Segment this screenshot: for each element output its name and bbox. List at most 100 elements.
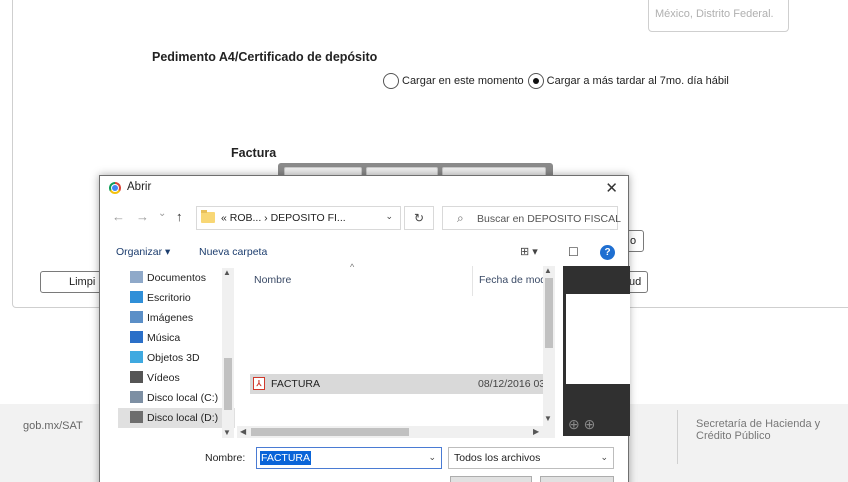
organize-menu[interactable]: Organizar ▾ xyxy=(116,246,170,258)
open-button[interactable] xyxy=(450,476,532,482)
footer-divider xyxy=(677,410,678,464)
dialog-search-input[interactable]: ⌕ Buscar en DEPOSITO FISCAL xyxy=(442,206,621,230)
file-type-value: Todos los archivos xyxy=(454,452,541,464)
file-date: 08/12/2016 03: xyxy=(478,378,549,390)
filename-value[interactable]: FACTURA xyxy=(260,451,312,465)
scroll-up-icon[interactable]: ▲ xyxy=(223,268,231,277)
nav-pane-scrollbar[interactable]: ▲ ▼ xyxy=(222,268,234,438)
footer-link-sat[interactable]: gob.mx/SAT xyxy=(23,420,83,432)
chevron-down-icon[interactable]: ⌄ xyxy=(428,452,436,463)
objects3d-icon xyxy=(130,351,143,363)
nav-scroll-thumb[interactable] xyxy=(224,358,232,410)
column-separator[interactable] xyxy=(472,266,473,296)
preview-controls: ⊕ ⊕ xyxy=(568,416,595,433)
address-field[interactable]: México, Distrito Federal. xyxy=(648,0,789,32)
nav-pane-item-label: Escritorio xyxy=(147,292,191,304)
file-name[interactable]: FACTURA xyxy=(271,378,320,390)
file-row[interactable]: ⅄ FACTURA 08/12/2016 03: xyxy=(250,374,550,394)
forward-icon[interactable]: → xyxy=(136,209,149,224)
pedimento-title: Pedimento A4/Certificado de depósito xyxy=(152,50,378,64)
nav-pane-item-label: Imágenes xyxy=(147,312,194,324)
dialog-toolbar: Organizar ▾ Nueva carpeta ⊞ ▾ ☐ ? xyxy=(100,240,628,264)
filename-label: Nombre: xyxy=(205,452,246,464)
music-icon xyxy=(130,331,143,343)
nav-pane-item-label: Vídeos xyxy=(147,372,180,384)
folder-icon xyxy=(201,210,215,223)
rotate-down-icon[interactable]: ⊕ xyxy=(584,416,596,432)
cancel-button[interactable] xyxy=(540,476,614,482)
drive-c-icon xyxy=(130,391,143,403)
drive-d-icon xyxy=(130,411,143,423)
nav-pane-item[interactable]: Documentos xyxy=(118,268,235,288)
nav-pane-item-label: Disco local (D:) xyxy=(147,412,219,424)
back-icon[interactable]: ← xyxy=(112,209,125,224)
desktop-icon xyxy=(130,291,143,303)
chrome-icon xyxy=(109,182,121,194)
upload-timing-radios: Cargar en este momento Cargar a más tard… xyxy=(383,73,733,89)
rotate-up-icon[interactable]: ⊕ xyxy=(568,416,580,432)
help-icon[interactable]: ? xyxy=(600,245,615,260)
footer-agency-line2: Crédito Público xyxy=(696,430,771,442)
scroll-up-icon[interactable]: ▲ xyxy=(544,266,552,275)
up-folder-icon[interactable]: ↑ xyxy=(176,209,183,224)
preview-pane-icon[interactable]: ☐ xyxy=(568,245,579,259)
column-name[interactable]: Nombre xyxy=(254,274,291,286)
view-options-icon[interactable]: ⊞ ▾ xyxy=(520,245,538,258)
nav-pane-item-label: Música xyxy=(147,332,181,344)
nav-pane-item-label: Disco local (C:) xyxy=(147,392,219,404)
address-path[interactable]: « ROB... › DEPOSITO FI... xyxy=(221,212,346,224)
pdf-file-icon: ⅄ xyxy=(253,377,265,390)
sort-indicator-icon: ^ xyxy=(350,262,355,272)
file-list-hscrollbar[interactable]: ◀ ▶ xyxy=(237,426,555,438)
nav-pane-item-label: Objetos 3D xyxy=(147,352,200,364)
column-date[interactable]: Fecha de mod xyxy=(479,274,546,286)
file-scroll-thumb[interactable] xyxy=(545,278,553,348)
file-hscroll-thumb[interactable] xyxy=(251,428,409,436)
radio-now-label: Cargar en este momento xyxy=(402,75,524,87)
dialog-address-bar[interactable]: « ROB... › DEPOSITO FI... ⌄ xyxy=(196,206,401,230)
dialog-title: Abrir xyxy=(127,181,152,193)
search-placeholder: Buscar en DEPOSITO FISCAL xyxy=(477,213,621,225)
file-list-scrollbar[interactable]: ▲ ▼ xyxy=(543,266,555,436)
limpiar-button[interactable]: Limpi xyxy=(40,271,102,293)
scroll-left-icon[interactable]: ◀ xyxy=(240,427,246,436)
search-icon: ⌕ xyxy=(457,211,464,225)
pictures-icon xyxy=(130,311,143,323)
nav-pane-item[interactable]: Objetos 3D xyxy=(118,348,235,368)
documents-icon xyxy=(130,271,143,283)
nav-pane-item-label: Documentos xyxy=(147,272,206,284)
radio-later[interactable] xyxy=(527,73,544,89)
file-list-pane: Nombre ^ Fecha de mod ⅄ FACTURA 08/12/20… xyxy=(243,262,561,436)
new-folder-button[interactable]: Nueva carpeta xyxy=(199,246,267,258)
nav-pane-item[interactable]: Vídeos xyxy=(118,368,235,388)
nav-pane-item[interactable]: Disco local (C:) xyxy=(118,388,235,408)
preview-pane: ⊕ ⊕ xyxy=(563,266,630,436)
file-type-select[interactable]: Todos los archivos ⌄ xyxy=(448,447,614,469)
chevron-down-icon[interactable]: ⌄ xyxy=(385,211,393,222)
scroll-down-icon[interactable]: ▼ xyxy=(223,428,231,437)
screen: México, Distrito Federal. Pedimento A4/C… xyxy=(0,0,848,482)
refresh-icon[interactable]: ↻ xyxy=(404,206,434,230)
nav-pane-item[interactable]: Música xyxy=(118,328,235,348)
filename-input[interactable]: FACTURA ⌄ xyxy=(256,447,442,469)
nav-pane-item[interactable]: Escritorio xyxy=(118,288,235,308)
open-file-dialog: Abrir ✕ ← → ⌄ ↑ « ROB... › DEPOSITO FI..… xyxy=(99,175,630,482)
radio-now[interactable] xyxy=(383,73,399,89)
dialog-navigation: ← → ⌄ ↑ « ROB... › DEPOSITO FI... ⌄ ↻ ⌕ … xyxy=(100,206,628,230)
preview-image xyxy=(566,294,630,384)
dialog-titlebar[interactable]: Abrir ✕ xyxy=(100,176,628,200)
scroll-right-icon[interactable]: ▶ xyxy=(533,427,539,436)
nav-pane-item[interactable]: Disco local (D:) xyxy=(118,408,235,428)
recent-locations-icon[interactable]: ⌄ xyxy=(158,208,166,219)
close-icon[interactable]: ✕ xyxy=(605,179,618,197)
dialog-bottom-row: Nombre: FACTURA ⌄ Todos los archivos ⌄ xyxy=(100,444,628,482)
navigation-pane: Documentos Escritorio Imágenes Música Objeto… xyxy=(118,266,238,436)
footer-agency: Secretaría de Hacienda y Crédito Público xyxy=(696,418,820,442)
factura-title: Factura xyxy=(231,146,277,160)
footer-agency-line1: Secretaría de Hacienda y xyxy=(696,418,821,430)
scroll-down-icon[interactable]: ▼ xyxy=(544,414,552,423)
videos-icon xyxy=(130,371,143,383)
radio-later-label: Cargar a más tardar al 7mo. día hábil xyxy=(546,75,729,87)
nav-pane-item[interactable]: Imágenes xyxy=(118,308,235,328)
chevron-down-icon[interactable]: ⌄ xyxy=(600,452,608,463)
